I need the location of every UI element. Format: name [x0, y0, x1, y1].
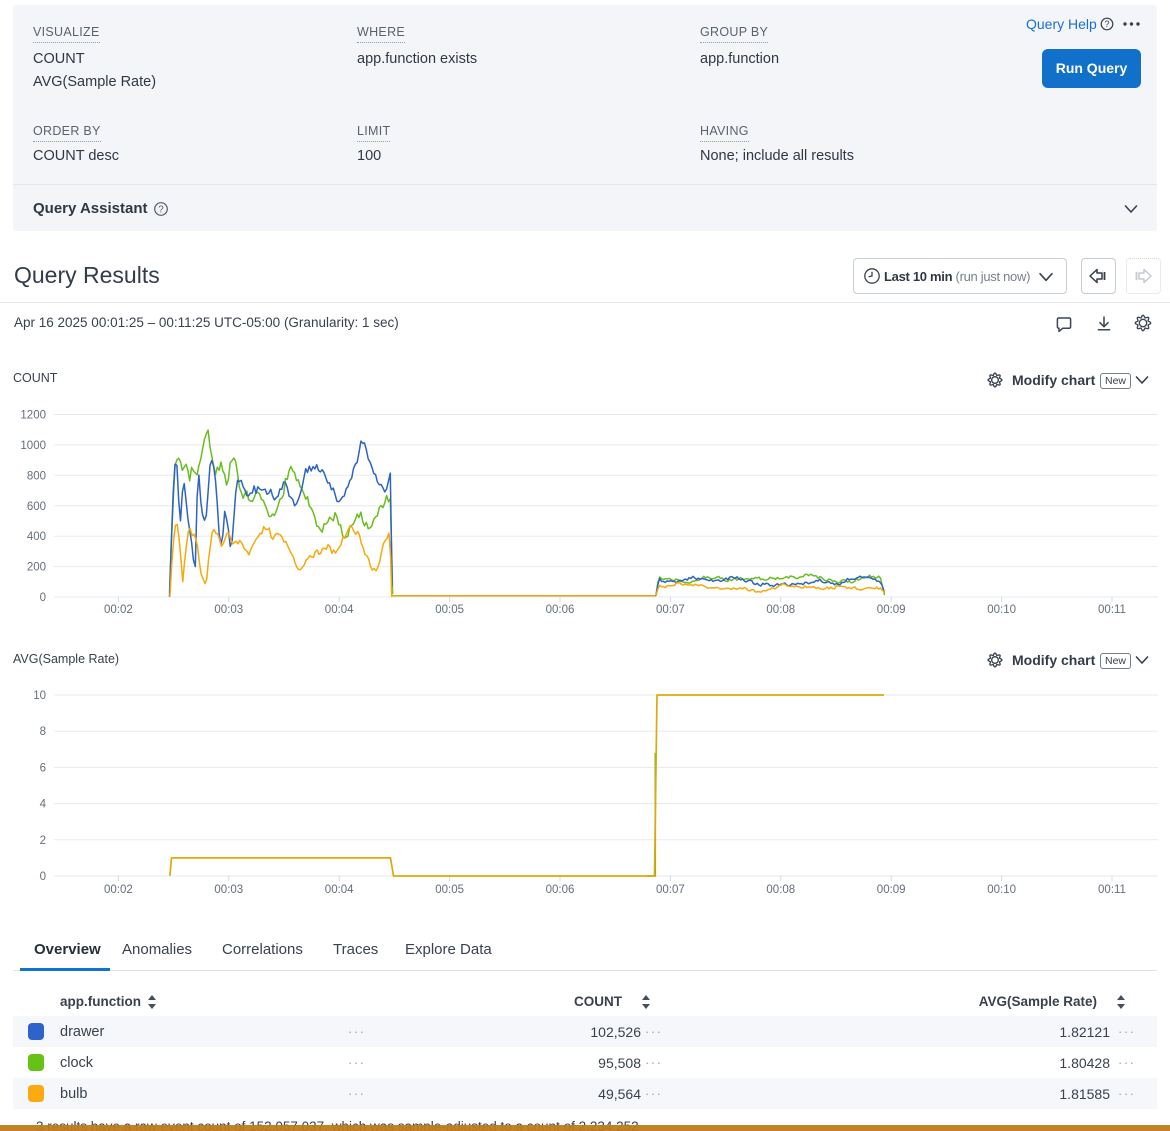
svg-text:6: 6 [40, 762, 46, 774]
svg-text:2: 2 [40, 835, 46, 847]
svg-text:1000: 1000 [20, 440, 46, 452]
svg-text:0: 0 [40, 592, 46, 604]
svg-text:1200: 1200 [20, 410, 46, 422]
svg-text:10: 10 [33, 690, 46, 702]
svg-text:00:08: 00:08 [766, 884, 795, 896]
svg-text:00:06: 00:06 [546, 884, 575, 896]
svg-text:00:08: 00:08 [766, 604, 795, 616]
svg-text:0: 0 [40, 871, 46, 883]
svg-text:800: 800 [27, 470, 46, 482]
svg-text:8: 8 [40, 726, 46, 738]
svg-text:00:05: 00:05 [435, 884, 464, 896]
svg-text:00:04: 00:04 [325, 604, 354, 616]
svg-text:4: 4 [40, 799, 47, 811]
svg-text:00:10: 00:10 [987, 884, 1016, 896]
svg-text:00:03: 00:03 [214, 604, 243, 616]
svg-text:00:09: 00:09 [877, 604, 906, 616]
svg-text:00:07: 00:07 [656, 884, 685, 896]
svg-text:600: 600 [27, 501, 46, 513]
svg-text:00:11: 00:11 [1098, 884, 1126, 896]
svg-text:200: 200 [27, 562, 46, 574]
svg-text:00:04: 00:04 [325, 884, 354, 896]
svg-text:400: 400 [27, 531, 46, 543]
svg-text:00:07: 00:07 [656, 604, 685, 616]
svg-text:00:06: 00:06 [546, 604, 575, 616]
svg-text:00:03: 00:03 [214, 884, 243, 896]
svg-text:00:05: 00:05 [435, 604, 464, 616]
svg-text:00:02: 00:02 [104, 604, 133, 616]
svg-text:00:09: 00:09 [877, 884, 906, 896]
svg-text:00:02: 00:02 [104, 884, 133, 896]
svg-text:00:11: 00:11 [1098, 604, 1126, 616]
svg-text:00:10: 00:10 [987, 604, 1016, 616]
